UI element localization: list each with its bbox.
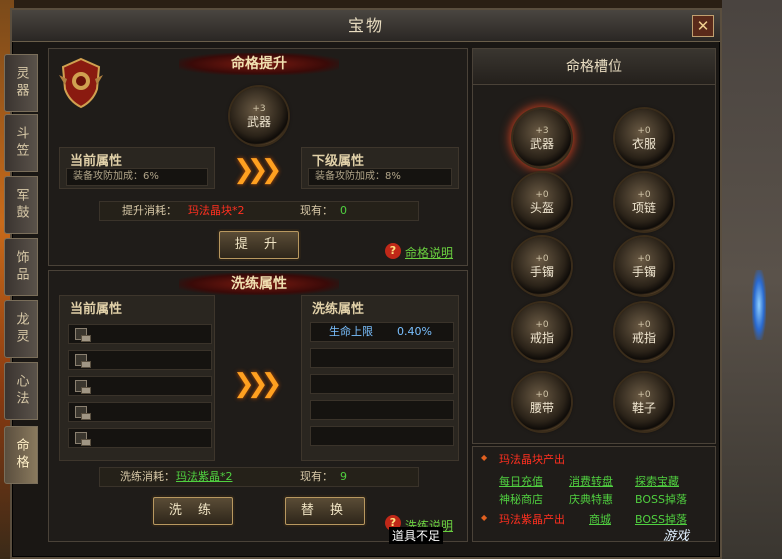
lock-icon <box>75 380 91 394</box>
slot-helmet[interactable]: +0 头盔 <box>513 173 571 231</box>
upgrade-cost-bar: 提升消耗： 玛法晶块*2 现有： 0 <box>99 201 419 221</box>
slot-ring-right[interactable]: +0 戒指 <box>615 303 673 361</box>
slot-bracelet-right[interactable]: +0 手镯 <box>615 237 673 295</box>
refine-button[interactable]: 洗 练 <box>153 497 233 525</box>
current-slot-4 <box>68 402 212 422</box>
shield-icon <box>55 55 107 111</box>
current-slot-3 <box>68 376 212 396</box>
slot-name: 项链 <box>631 201 656 215</box>
current-refine-box: 当前属性 <box>59 295 215 461</box>
tab-xinfa[interactable]: 心法 <box>4 362 38 420</box>
refine-banner: 洗练属性 <box>179 273 339 295</box>
cost-item[interactable]: 玛法紫晶*2 <box>176 468 233 486</box>
upgrade-banner: 命格提升 <box>179 53 339 75</box>
cost-item: 玛法晶块*2 <box>188 204 245 217</box>
have-label: 现有： <box>300 470 333 483</box>
slot-clothes[interactable]: +0 衣服 <box>615 109 673 167</box>
new-slot-5 <box>310 426 454 446</box>
new-refine-title: 洗练属性 <box>312 302 365 317</box>
cost-label: 提升消耗： <box>122 204 177 217</box>
have-value: 0 <box>340 204 347 217</box>
upgrade-button[interactable]: 提 升 <box>219 231 299 259</box>
slot-name: 手镯 <box>631 265 656 279</box>
mingge-help-link[interactable]: 命格说明 <box>405 244 453 261</box>
slot-weapon[interactable]: +3 武器 <box>513 109 571 167</box>
arrow-icon: ❯❯❯ <box>233 369 282 399</box>
close-button[interactable]: ✕ <box>692 15 714 37</box>
link-mall[interactable]: 商城 <box>589 511 611 527</box>
new-slot-3 <box>310 374 454 394</box>
slot-ring-left[interactable]: +0 戒指 <box>513 303 571 361</box>
slot-name: 武器 <box>529 137 554 151</box>
treasure-window: 宝物 ✕ 灵器 斗笠 军鼓 饰品 龙灵 心法 命格 命格提升 +3 武器 当前属… <box>4 8 722 559</box>
current-attr-title: 当前属性 <box>70 154 123 169</box>
lock-icon <box>75 328 91 342</box>
current-slot-5 <box>68 428 212 448</box>
current-refine-title: 当前属性 <box>70 302 123 317</box>
tooltip: 道具不足 <box>389 527 444 544</box>
tab-douli[interactable]: 斗笠 <box>4 114 38 172</box>
window-title: 宝物 <box>12 10 720 42</box>
have-value: 9 <box>340 470 347 483</box>
tab-mingge[interactable]: 命格 <box>4 426 38 484</box>
tab-jungu[interactable]: 军鼓 <box>4 176 38 234</box>
background-right <box>722 0 782 559</box>
orb-name: 武器 <box>246 115 271 129</box>
new-attr-value: 0.40% <box>397 325 432 338</box>
slot-belt[interactable]: +0 腰带 <box>513 373 571 431</box>
slot-name: 戒指 <box>529 331 554 345</box>
help-icon[interactable]: ? <box>385 243 401 259</box>
purple-source-title: 玛法紫晶产出 <box>499 513 565 526</box>
diamond-icon: ◆ <box>481 453 488 462</box>
link-daily-recharge[interactable]: 每日充值 <box>499 473 543 489</box>
slot-shoes[interactable]: +0 鞋子 <box>615 373 673 431</box>
next-attr-value: 装备攻防加成：8% <box>308 168 452 186</box>
lock-icon <box>75 354 91 368</box>
slot-name: 手镯 <box>529 265 554 279</box>
cost-label: 洗练消耗： <box>120 470 175 483</box>
slot-name: 腰带 <box>529 401 554 415</box>
link-mystery-shop[interactable]: 神秘商店 <box>499 491 543 507</box>
current-slot-1 <box>68 324 212 344</box>
current-slot-2 <box>68 350 212 370</box>
current-attr-value: 装备攻防加成：6% <box>66 168 208 186</box>
link-boss-drop[interactable]: BOSS掉落 <box>635 491 687 507</box>
tab-shipin[interactable]: 饰品 <box>4 238 38 296</box>
next-attr-box: 下级属性 装备攻防加成：8% <box>301 147 459 189</box>
effect-glow <box>752 270 766 340</box>
arrow-icon: ❯❯❯ <box>233 155 282 185</box>
slot-necklace[interactable]: +0 项链 <box>615 173 673 231</box>
link-spend-wheel[interactable]: 消费转盘 <box>569 473 613 489</box>
sources-panel: ◆ 玛法晶块产出 每日充值 消费转盘 探索宝藏 神秘商店 庆典特惠 BOSS掉落… <box>472 446 716 544</box>
refine-cost-bar: 洗练消耗： 玛法紫晶*2 现有： 9 <box>99 467 419 487</box>
current-attr-box: 当前属性 装备攻防加成：6% <box>59 147 215 189</box>
slots-header: 命格槽位 <box>473 49 715 85</box>
replace-button[interactable]: 替 换 <box>285 497 365 525</box>
link-festival-deal[interactable]: 庆典特惠 <box>569 491 613 507</box>
new-slot-2 <box>310 348 454 368</box>
tab-longling[interactable]: 龙灵 <box>4 300 38 358</box>
lock-icon <box>75 406 91 420</box>
upgrade-weapon-orb: +3 武器 <box>230 87 288 145</box>
slot-name: 头盔 <box>529 201 554 215</box>
diamond-icon: ◆ <box>481 513 488 522</box>
next-attr-title: 下级属性 <box>312 154 365 169</box>
refine-panel: 洗练属性 当前属性 ❯❯❯ 洗练属性 生命上限 0.40% 洗练消耗： 玛法紫晶… <box>48 270 468 544</box>
lock-icon <box>75 432 91 446</box>
slot-name: 衣服 <box>631 137 656 151</box>
slot-name: 戒指 <box>631 331 656 345</box>
watermark-logo: 游戏 <box>663 529 690 544</box>
tab-lingqi[interactable]: 灵器 <box>4 54 38 112</box>
new-refine-box: 洗练属性 生命上限 0.40% <box>301 295 459 461</box>
slot-bracelet-left[interactable]: +0 手镯 <box>513 237 571 295</box>
block-source-title: 玛法晶块产出 <box>499 453 565 466</box>
new-slot-4 <box>310 400 454 420</box>
new-attr-name: 生命上限 <box>329 325 373 338</box>
slot-name: 鞋子 <box>631 401 656 415</box>
slots-panel: 命格槽位 +3 武器 +0 衣服 +0 头盔 +0 项链 +0 手镯 +0 手镯 +0 戒指 … <box>472 48 716 444</box>
upgrade-panel: 命格提升 +3 武器 当前属性 装备攻防加成：6% ❯❯❯ 下级属性 装备攻防加… <box>48 48 468 266</box>
link-explore-treasure[interactable]: 探索宝藏 <box>635 473 679 489</box>
new-slot-1: 生命上限 0.40% <box>310 322 454 342</box>
have-label: 现有： <box>300 204 333 217</box>
